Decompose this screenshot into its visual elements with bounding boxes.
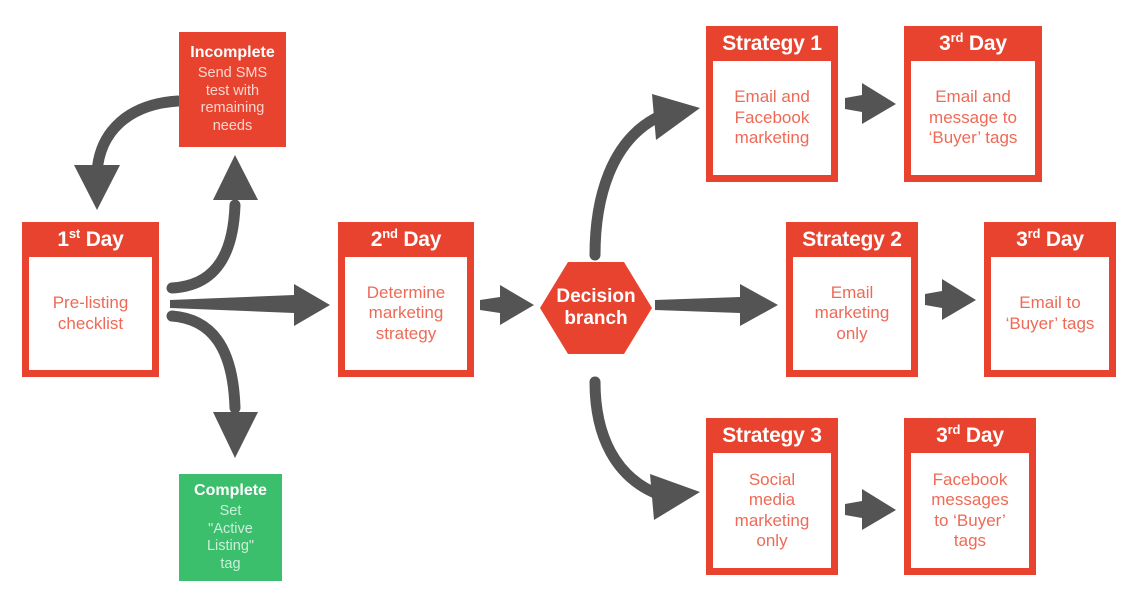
flowchart-canvas: Incomplete Send SMS test with remaining … — [0, 0, 1140, 605]
day2-body: Determine marketing strategy — [345, 257, 467, 370]
strategy3-day3-header: 3rd Day — [936, 422, 1004, 447]
day1-header: 1st Day — [57, 226, 124, 251]
node-strategy1[interactable]: Strategy 1 Email and Facebook marketing — [706, 26, 838, 182]
strategy2-day3-body: Email to ‘Buyer’ tags — [991, 257, 1109, 370]
strategy3-body: Social media marketing only — [713, 453, 831, 568]
connector-decision-to-strategy3 — [589, 376, 700, 520]
strategy2-body: Email marketing only — [793, 257, 911, 370]
incomplete-text: Send SMS test with remaining needs — [197, 65, 268, 134]
node-complete[interactable]: Complete Set "Active Listing" tag — [179, 474, 282, 581]
strategy3-header: Strategy 3 — [722, 424, 822, 447]
strategy2-day3-header: 3rd Day — [1016, 226, 1084, 251]
node-strategy2[interactable]: Strategy 2 Email marketing only — [786, 222, 918, 377]
strategy1-body: Email and Facebook marketing — [713, 61, 831, 175]
node-strategy3[interactable]: Strategy 3 Social media marketing only — [706, 418, 838, 575]
day2-header: 2nd Day — [370, 226, 442, 251]
node-incomplete[interactable]: Incomplete Send SMS test with remaining … — [179, 32, 286, 147]
connector-day1-to-complete — [166, 310, 258, 458]
node-day1[interactable]: 1st Day Pre-listing checklist — [22, 222, 159, 377]
node-decision-branch[interactable]: Decision branch — [540, 262, 652, 354]
connector-decision-to-strategy2 — [655, 284, 778, 326]
strategy3-day3-body: Facebook messages to ‘Buyer’ tags — [911, 453, 1029, 568]
connector-day1-to-incomplete — [166, 155, 258, 294]
connector-strategy1-to-day3 — [845, 83, 896, 124]
complete-title: Complete — [194, 482, 267, 500]
connector-day2-to-decision — [480, 285, 534, 325]
node-strategy1-day3[interactable]: 3rd Day Email and message to ‘Buyer’ tag… — [904, 26, 1042, 182]
strategy1-header: Strategy 1 — [722, 32, 822, 55]
node-strategy3-day3[interactable]: 3rd Day Facebook messages to ‘Buyer’ tag… — [904, 418, 1036, 575]
connector-day1-to-day2 — [170, 284, 330, 326]
node-day2[interactable]: 2nd Day Determine marketing strategy — [338, 222, 474, 377]
complete-text: Set "Active Listing" tag — [206, 503, 255, 572]
day1-body: Pre-listing checklist — [29, 257, 152, 370]
connector-incomplete-to-day1 — [74, 95, 184, 210]
incomplete-title: Incomplete — [190, 44, 275, 62]
node-strategy2-day3[interactable]: 3rd Day Email to ‘Buyer’ tags — [984, 222, 1116, 377]
strategy1-day3-body: Email and message to ‘Buyer’ tags — [911, 61, 1035, 175]
strategy2-header: Strategy 2 — [802, 228, 902, 251]
decision-label: Decision branch — [556, 286, 636, 329]
strategy1-day3-header: 3rd Day — [939, 30, 1007, 55]
connector-decision-to-strategy1 — [589, 94, 700, 261]
connector-strategy2-to-day3 — [925, 279, 976, 320]
connector-strategy3-to-day3 — [845, 489, 896, 530]
